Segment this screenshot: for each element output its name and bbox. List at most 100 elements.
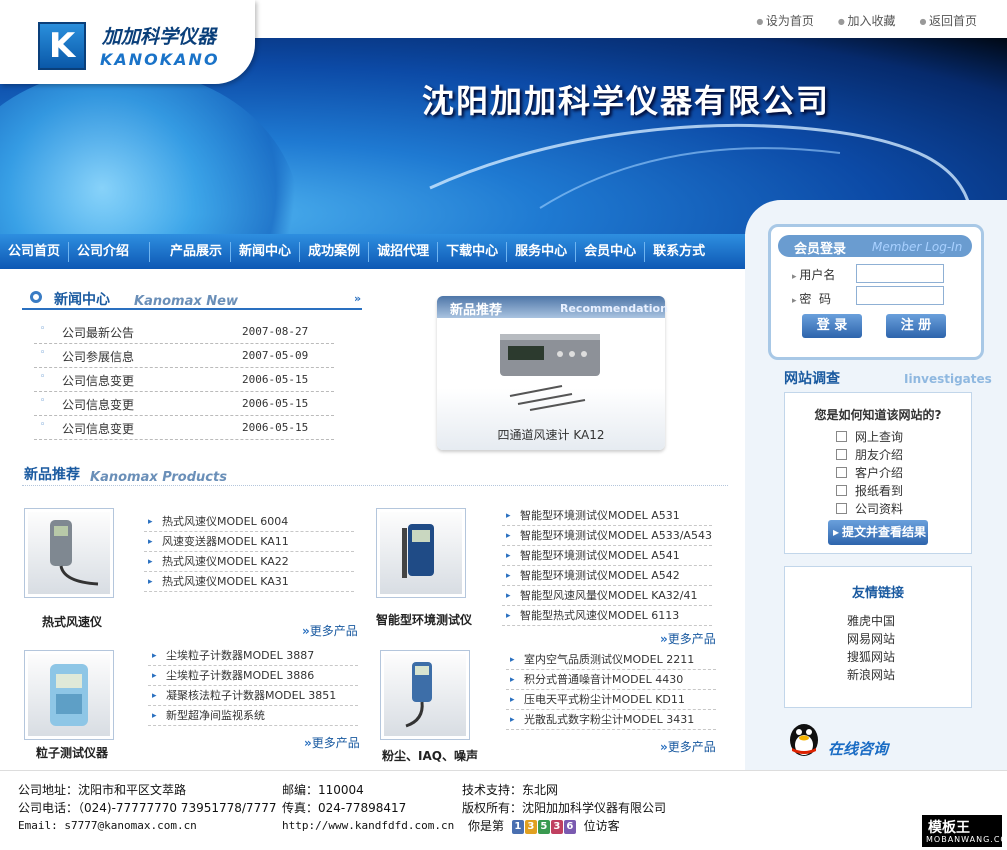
footer-address: 公司地址：沈阳市和平区文萃路	[18, 783, 187, 797]
product-link[interactable]: 智能型环境测试仪MODEL A533/A543	[502, 526, 712, 546]
news-item-title[interactable]: 公司信息变更	[62, 420, 134, 437]
news-item-date: 2007-05-09	[242, 349, 309, 362]
nav-contact[interactable]: 联系方式	[645, 242, 713, 262]
recommend-title: 新品推荐	[450, 303, 503, 318]
footer-url[interactable]: http://www.kandfdfd.com.cn	[282, 819, 454, 832]
news-item[interactable]: ◦ 公司信息变更 2006-05-15	[34, 368, 334, 392]
bullet-icon: ◦	[40, 348, 46, 358]
survey-option[interactable]: 报纸看到	[836, 482, 903, 499]
checkbox[interactable]	[836, 449, 847, 460]
product-link[interactable]: 智能型环境测试仪MODEL A542	[502, 566, 712, 586]
product-link[interactable]: 风速变送器MODEL KA11	[144, 532, 354, 552]
survey-title-en: Iinvestigates	[904, 372, 992, 386]
username-input[interactable]	[856, 264, 944, 283]
nav-home[interactable]: 公司首页	[0, 241, 70, 262]
nav-downloads[interactable]: 下载中心	[438, 241, 508, 262]
checkbox[interactable]	[836, 431, 847, 442]
news-item-title[interactable]: 公司信息变更	[62, 372, 134, 389]
recommend-caption[interactable]: 四通道风速计 KA12	[437, 426, 665, 443]
product-link[interactable]: 热式风速仪MODEL 6004	[144, 512, 354, 532]
product-link[interactable]: 压电天平式粉尘计MODEL KD11	[506, 690, 716, 710]
products-title: 新品推荐	[24, 467, 80, 483]
checkbox[interactable]	[836, 485, 847, 496]
news-item[interactable]: ◦ 公司信息变更 2006-05-15	[34, 392, 334, 416]
friend-link[interactable]: 搜狐网站	[777, 648, 965, 665]
product-link[interactable]: 智能型热式风速仪MODEL 6113	[502, 606, 712, 626]
product-link[interactable]: 智能型环境测试仪MODEL A531	[502, 506, 712, 526]
news-item-title[interactable]: 公司最新公告	[62, 324, 134, 341]
visitor-prefix: 你是第	[468, 819, 505, 833]
survey-option[interactable]: 公司资料	[836, 500, 903, 517]
survey-option[interactable]: 朋友介绍	[836, 446, 903, 463]
counter-digit: 5	[537, 819, 550, 834]
checkbox[interactable]	[836, 503, 847, 514]
product-link[interactable]: 室内空气品质测试仪MODEL 2211	[506, 650, 716, 670]
back-home-link[interactable]: 返回首页	[919, 12, 977, 29]
anemometer-product-image[interactable]	[490, 324, 610, 416]
news-item[interactable]: ◦ 公司信息变更 2006-05-15	[34, 416, 334, 440]
login-button[interactable]: 登 录	[802, 314, 862, 338]
watermark-badge: 模板王 MOBANWANG.COM	[922, 815, 1007, 847]
nav-service[interactable]: 服务中心	[507, 241, 577, 262]
register-button[interactable]: 注 册	[886, 314, 946, 338]
more-products-link[interactable]: 更多产品	[660, 738, 716, 755]
qq-penguin-icon[interactable]	[784, 718, 824, 758]
survey-submit-button[interactable]: 提文并查看结果	[828, 520, 928, 545]
product-group-name: 热式风速仪	[41, 615, 102, 629]
news-item-title[interactable]: 公司信息变更	[62, 396, 134, 413]
login-title: 会员登录	[794, 242, 847, 257]
more-products-link[interactable]: 更多产品	[302, 622, 358, 639]
top-links: 设为首页 加入收藏 返回首页	[756, 12, 977, 29]
product-link[interactable]: 新型超净间监视系统	[148, 706, 358, 726]
survey-title: 网站调查	[784, 371, 840, 387]
product-image-particle-counter[interactable]	[24, 650, 114, 740]
option-label: 公司资料	[855, 502, 904, 516]
nav-news[interactable]: 新闻中心	[231, 241, 301, 262]
counter-digits: 1 3 5 3 6	[511, 819, 576, 834]
add-favorite-link[interactable]: 加入收藏	[838, 12, 895, 29]
counter-digit: 1	[511, 819, 524, 834]
product-link[interactable]: 光散乱式数字粉尘计MODEL 3431	[506, 710, 716, 730]
friend-link[interactable]: 雅虎中国	[777, 612, 965, 629]
nav-members[interactable]: 会员中心	[576, 241, 646, 262]
recommend-title-en: Recommendation	[560, 302, 668, 315]
checkbox[interactable]	[836, 467, 847, 478]
survey-option[interactable]: 网上查询	[836, 428, 903, 445]
news-item-date: 2006-05-15	[242, 397, 309, 410]
product-link[interactable]: 尘埃粒子计数器MODEL 3887	[148, 646, 358, 666]
product-link[interactable]: 尘埃粒子计数器MODEL 3886	[148, 666, 358, 686]
globe-graphic	[0, 68, 300, 234]
survey-option[interactable]: 客户介绍	[836, 464, 903, 481]
nav-about[interactable]: 公司介绍	[69, 241, 151, 262]
product-image-hotwire[interactable]	[24, 508, 114, 598]
more-products-link[interactable]: 更多产品	[660, 630, 716, 647]
news-item[interactable]: ◦ 公司参展信息 2007-05-09	[34, 344, 334, 368]
product-link[interactable]: 智能型环境测试仪MODEL A541	[502, 546, 712, 566]
login-title-en: Member Log-In	[872, 240, 963, 254]
logo-en: KANOKANO	[100, 50, 220, 69]
friend-link[interactable]: 新浪网站	[777, 666, 965, 683]
news-item-title[interactable]: 公司参展信息	[62, 348, 134, 365]
online-consult-label[interactable]: 在线咨询	[828, 738, 888, 759]
watermark-top: 模板王	[928, 820, 970, 836]
nav-agents[interactable]: 诚招代理	[369, 241, 439, 262]
product-link[interactable]: 积分式普通噪音计MODEL 4430	[506, 670, 716, 690]
product-link[interactable]: 热式风速仪MODEL KA31	[144, 572, 354, 592]
more-products-link[interactable]: 更多产品	[304, 734, 360, 751]
product-list: 智能型环境测试仪MODEL A531 智能型环境测试仪MODEL A533/A5…	[502, 506, 712, 626]
password-input[interactable]	[856, 286, 944, 305]
friend-link[interactable]: 网易网站	[777, 630, 965, 647]
product-link[interactable]: 热式风速仪MODEL KA22	[144, 552, 354, 572]
product-link[interactable]: 凝聚核法粒子计数器MODEL 3851	[148, 686, 358, 706]
nav-cases[interactable]: 成功案例	[300, 241, 370, 262]
product-image-env-tester[interactable]	[376, 508, 466, 598]
news-item[interactable]: ◦ 公司最新公告 2007-08-27	[34, 320, 334, 344]
news-item-date: 2006-05-15	[242, 421, 309, 434]
nav-products[interactable]: 产品展示	[150, 241, 232, 262]
product-link[interactable]: 智能型风速风量仪MODEL KA32/41	[502, 586, 712, 606]
news-more-icon[interactable]: »	[354, 292, 361, 305]
footer-email[interactable]: Email: s7777@kanomax.com.cn	[18, 819, 197, 832]
product-image-dust-meter[interactable]	[380, 650, 470, 740]
set-homepage-link[interactable]: 设为首页	[756, 12, 814, 29]
username-label: 用户名	[792, 266, 835, 283]
